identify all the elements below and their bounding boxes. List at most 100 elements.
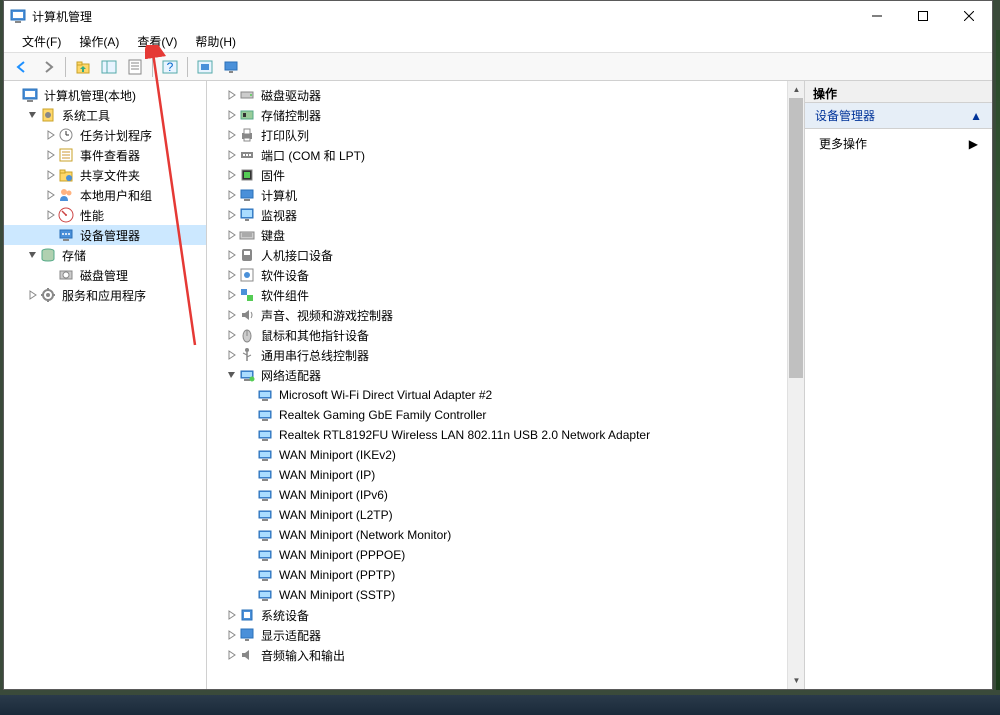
tree-node[interactable]: 键盘 bbox=[207, 225, 804, 245]
maximize-button[interactable] bbox=[900, 1, 946, 31]
expander-closed-icon[interactable] bbox=[26, 288, 40, 302]
menu-help[interactable]: 帮助(H) bbox=[187, 31, 244, 52]
tree-node[interactable]: Microsoft Wi-Fi Direct Virtual Adapter #… bbox=[207, 385, 804, 405]
tree-node[interactable]: 打印队列 bbox=[207, 125, 804, 145]
expander-closed-icon[interactable] bbox=[225, 628, 239, 642]
tree-node[interactable]: 计算机 bbox=[207, 185, 804, 205]
tree-node[interactable]: 事件查看器 bbox=[4, 145, 206, 165]
tree-node[interactable]: 系统设备 bbox=[207, 605, 804, 625]
tree-node[interactable]: 系统工具 bbox=[4, 105, 206, 125]
tree-node[interactable]: 鼠标和其他指针设备 bbox=[207, 325, 804, 345]
tree-node[interactable]: 软件设备 bbox=[207, 265, 804, 285]
expander-closed-icon[interactable] bbox=[44, 148, 58, 162]
titlebar[interactable]: 计算机管理 bbox=[4, 1, 992, 31]
tree-node[interactable]: WAN Miniport (IP) bbox=[207, 465, 804, 485]
expander-closed-icon[interactable] bbox=[225, 108, 239, 122]
actions-section[interactable]: 设备管理器 ▲ bbox=[805, 103, 992, 129]
tree-node[interactable]: WAN Miniport (SSTP) bbox=[207, 585, 804, 605]
tree-node[interactable]: 固件 bbox=[207, 165, 804, 185]
expander-closed-icon[interactable] bbox=[225, 168, 239, 182]
tree-node[interactable]: 磁盘驱动器 bbox=[207, 85, 804, 105]
tree-node[interactable]: 端口 (COM 和 LPT) bbox=[207, 145, 804, 165]
tree-node[interactable]: WAN Miniport (Network Monitor) bbox=[207, 525, 804, 545]
expander-closed-icon[interactable] bbox=[225, 288, 239, 302]
expander-closed-icon[interactable] bbox=[225, 208, 239, 222]
minimize-button[interactable] bbox=[854, 1, 900, 31]
tree-node[interactable]: WAN Miniport (PPTP) bbox=[207, 565, 804, 585]
properties-button[interactable] bbox=[123, 55, 147, 79]
scroll-up-arrow[interactable]: ▲ bbox=[788, 81, 804, 98]
help-button[interactable]: ? bbox=[158, 55, 182, 79]
tree-node[interactable]: 音频输入和输出 bbox=[207, 645, 804, 665]
tree-node[interactable]: 存储控制器 bbox=[207, 105, 804, 125]
expander-closed-icon[interactable] bbox=[225, 608, 239, 622]
expander-closed-icon[interactable] bbox=[225, 128, 239, 142]
tree-node[interactable]: 设备管理器 bbox=[4, 225, 206, 245]
tree-node[interactable]: 本地用户和组 bbox=[4, 185, 206, 205]
tree-node[interactable]: 通用串行总线控制器 bbox=[207, 345, 804, 365]
expander-closed-icon[interactable] bbox=[225, 248, 239, 262]
tree-node[interactable]: 磁盘管理 bbox=[4, 265, 206, 285]
tree-node[interactable]: Realtek Gaming GbE Family Controller bbox=[207, 405, 804, 425]
device-tree-pane[interactable]: 磁盘驱动器存储控制器打印队列端口 (COM 和 LPT)固件计算机监视器键盘人机… bbox=[207, 81, 804, 689]
scan-hardware-button[interactable] bbox=[193, 55, 217, 79]
mgmt-icon bbox=[22, 87, 38, 103]
scroll-down-arrow[interactable]: ▼ bbox=[788, 672, 804, 689]
sched-icon bbox=[58, 127, 74, 143]
close-button[interactable] bbox=[946, 1, 992, 31]
expander-open-icon[interactable] bbox=[26, 108, 40, 122]
expander-closed-icon[interactable] bbox=[225, 648, 239, 662]
tree-node[interactable]: WAN Miniport (L2TP) bbox=[207, 505, 804, 525]
taskbar[interactable] bbox=[0, 695, 1000, 715]
nav-back-button[interactable] bbox=[10, 55, 34, 79]
tree-node[interactable]: WAN Miniport (PPPOE) bbox=[207, 545, 804, 565]
tree-node[interactable]: WAN Miniport (IKEv2) bbox=[207, 445, 804, 465]
tree-node[interactable]: Realtek RTL8192FU Wireless LAN 802.11n U… bbox=[207, 425, 804, 445]
tree-node[interactable]: 显示适配器 bbox=[207, 625, 804, 645]
usb-icon bbox=[239, 347, 255, 363]
tree-node[interactable]: 共享文件夹 bbox=[4, 165, 206, 185]
expander-closed-icon[interactable] bbox=[44, 128, 58, 142]
keyboard-icon bbox=[239, 227, 255, 243]
collapse-icon[interactable]: ▲ bbox=[970, 109, 982, 123]
tree-node-label: 系统设备 bbox=[259, 606, 311, 625]
expander-closed-icon[interactable] bbox=[225, 188, 239, 202]
expander-closed-icon[interactable] bbox=[225, 148, 239, 162]
navigation-tree[interactable]: 计算机管理(本地)系统工具任务计划程序事件查看器共享文件夹本地用户和组性能设备管… bbox=[4, 81, 207, 689]
expander-closed-icon[interactable] bbox=[225, 88, 239, 102]
more-actions[interactable]: 更多操作 ▶ bbox=[805, 129, 992, 158]
expander-closed-icon[interactable] bbox=[44, 168, 58, 182]
tree-node[interactable]: 软件组件 bbox=[207, 285, 804, 305]
expander-closed-icon[interactable] bbox=[225, 328, 239, 342]
tree-node[interactable]: 网络适配器 bbox=[207, 365, 804, 385]
expander-closed-icon[interactable] bbox=[44, 188, 58, 202]
service-icon bbox=[40, 287, 56, 303]
expander-closed-icon[interactable] bbox=[225, 268, 239, 282]
tree-node[interactable]: 监视器 bbox=[207, 205, 804, 225]
up-button[interactable] bbox=[71, 55, 95, 79]
scroll-thumb[interactable] bbox=[789, 98, 803, 378]
vertical-scrollbar[interactable]: ▲ ▼ bbox=[787, 81, 804, 689]
tree-node-label: 本地用户和组 bbox=[78, 186, 154, 205]
menu-view[interactable]: 查看(V) bbox=[129, 31, 185, 52]
expander-closed-icon[interactable] bbox=[225, 308, 239, 322]
tree-node[interactable]: 计算机管理(本地) bbox=[4, 85, 206, 105]
expander-open-icon[interactable] bbox=[225, 368, 239, 382]
expander-closed-icon[interactable] bbox=[225, 228, 239, 242]
tree-node[interactable]: 服务和应用程序 bbox=[4, 285, 206, 305]
tree-node[interactable]: 任务计划程序 bbox=[4, 125, 206, 145]
monitor-button[interactable] bbox=[219, 55, 243, 79]
expander-closed-icon[interactable] bbox=[225, 348, 239, 362]
tree-node[interactable]: WAN Miniport (IPv6) bbox=[207, 485, 804, 505]
show-hide-tree-button[interactable] bbox=[97, 55, 121, 79]
expander-open-icon[interactable] bbox=[26, 248, 40, 262]
expander-closed-icon[interactable] bbox=[44, 208, 58, 222]
menu-file[interactable]: 文件(F) bbox=[14, 31, 69, 52]
tree-node-label: WAN Miniport (IP) bbox=[277, 467, 377, 483]
tree-node[interactable]: 人机接口设备 bbox=[207, 245, 804, 265]
menu-action[interactable]: 操作(A) bbox=[71, 31, 127, 52]
tree-node[interactable]: 性能 bbox=[4, 205, 206, 225]
tree-node[interactable]: 存储 bbox=[4, 245, 206, 265]
tree-node[interactable]: 声音、视频和游戏控制器 bbox=[207, 305, 804, 325]
nav-forward-button[interactable] bbox=[36, 55, 60, 79]
